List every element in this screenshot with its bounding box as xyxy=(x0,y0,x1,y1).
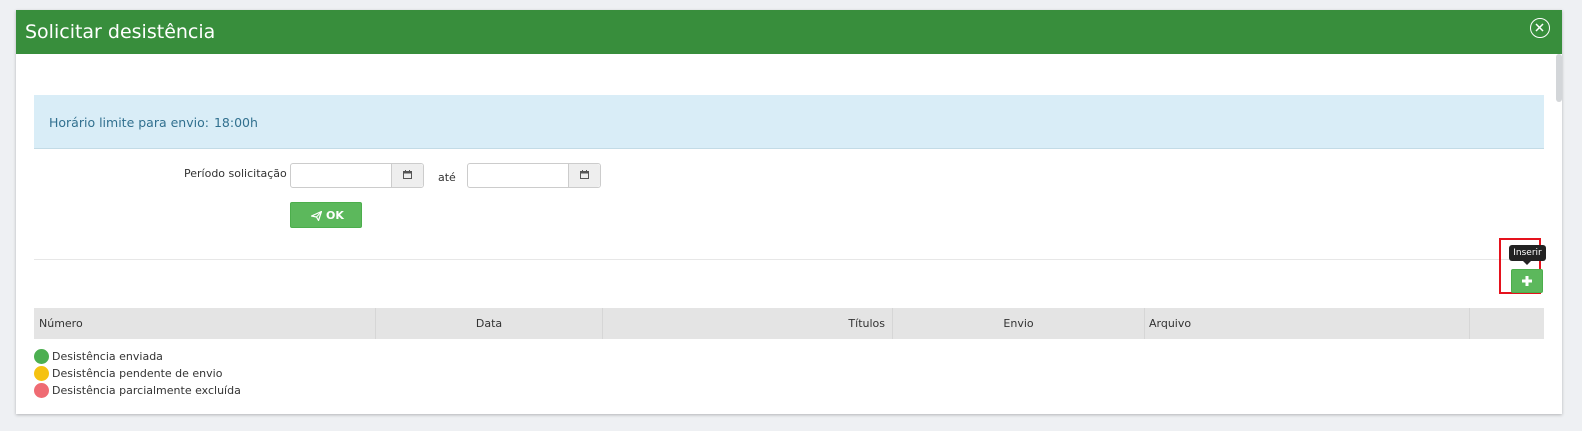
column-header-titulos[interactable]: Títulos xyxy=(603,308,893,339)
alert-label: Horário limite para envio: xyxy=(49,115,209,130)
modal-header: Solicitar desistência xyxy=(16,10,1562,54)
close-x-glyph xyxy=(1535,23,1544,32)
insert-tooltip: Inserir xyxy=(1509,245,1546,261)
calendar-icon xyxy=(580,170,589,179)
period-label: Período solicitação xyxy=(184,167,287,180)
alert-text: Horário limite para envio: 18:00h xyxy=(49,115,258,130)
paper-plane-icon xyxy=(311,210,322,221)
date-separator-label: até xyxy=(438,171,456,184)
red-dot-icon xyxy=(34,383,49,398)
start-date-group xyxy=(290,163,424,188)
ok-button[interactable]: OK xyxy=(290,202,362,228)
start-calendar-button[interactable] xyxy=(391,164,423,187)
legend-label: Desistência parcialmente excluída xyxy=(52,384,241,397)
legend-label: Desistência pendente de envio xyxy=(52,367,223,380)
yellow-dot-icon xyxy=(34,366,49,381)
end-date-group xyxy=(467,163,601,188)
column-header-numero[interactable]: Número xyxy=(34,308,376,339)
info-alert: Horário limite para envio: 18:00h xyxy=(34,95,1544,149)
green-dot-icon xyxy=(34,349,49,364)
scrollbar[interactable] xyxy=(1556,54,1562,102)
column-header-envio[interactable]: Envio xyxy=(893,308,1145,339)
column-header-arquivo[interactable]: Arquivo xyxy=(1145,308,1470,339)
table-header: Número Data Títulos Envio Arquivo xyxy=(34,308,1544,339)
ok-button-label: OK xyxy=(326,209,344,222)
start-date-input[interactable] xyxy=(291,164,391,187)
modal-dialog: Solicitar desistência Horário limite par… xyxy=(16,10,1562,414)
insert-button[interactable] xyxy=(1511,269,1543,293)
plus-icon xyxy=(1522,276,1532,286)
tooltip-arrow xyxy=(1523,261,1531,265)
legend-label: Desistência enviada xyxy=(52,350,163,363)
calendar-icon xyxy=(403,170,412,179)
column-header-data[interactable]: Data xyxy=(376,308,603,339)
column-header-actions xyxy=(1470,308,1544,339)
section-divider xyxy=(34,259,1544,260)
end-calendar-button[interactable] xyxy=(568,164,600,187)
close-icon[interactable] xyxy=(1530,18,1550,38)
alert-value: 18:00h xyxy=(213,115,258,130)
modal-title: Solicitar desistência xyxy=(25,21,216,43)
end-date-input[interactable] xyxy=(468,164,568,187)
